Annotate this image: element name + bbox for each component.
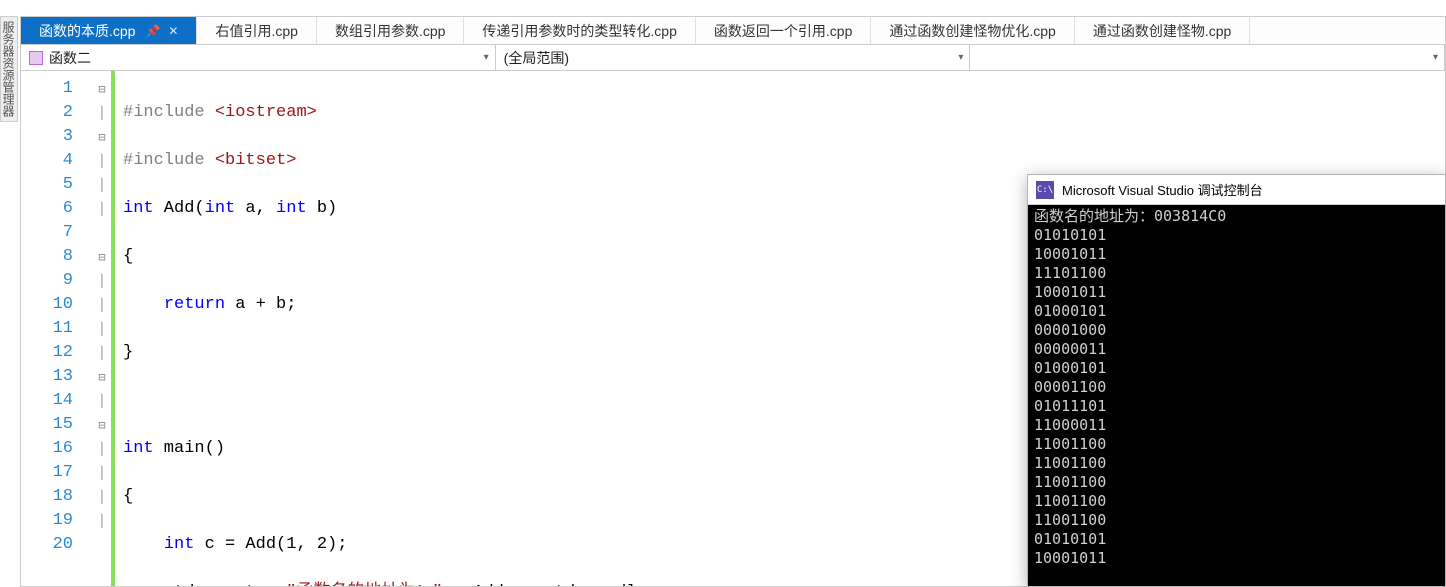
chevron-down-icon: ▾ bbox=[484, 52, 489, 63]
member-label: (全局范围) bbox=[504, 48, 569, 68]
console-icon: C:\ bbox=[1036, 181, 1054, 199]
fold-toggle[interactable]: ⊟ bbox=[93, 245, 111, 269]
console-line: 10001011 bbox=[1034, 549, 1439, 568]
tab-item[interactable]: 通过函数创建怪物.cpp bbox=[1075, 17, 1250, 44]
console-line: 函数名的地址为：003814C0 bbox=[1034, 207, 1439, 226]
function-dropdown[interactable]: ▾ bbox=[970, 45, 1445, 70]
console-line: 11001100 bbox=[1034, 473, 1439, 492]
fold-toggle[interactable]: ⊟ bbox=[93, 365, 111, 389]
tab-label: 传递引用参数时的类型转化.cpp bbox=[482, 21, 676, 41]
console-line: 10001011 bbox=[1034, 283, 1439, 302]
console-line: 11101100 bbox=[1034, 264, 1439, 283]
tab-item[interactable]: 传递引用参数时的类型转化.cpp bbox=[464, 17, 695, 44]
project-icon bbox=[29, 51, 43, 65]
scope-dropdown[interactable]: 函数二 ▾ bbox=[21, 45, 496, 70]
console-line: 01000101 bbox=[1034, 302, 1439, 321]
tab-label: 数组引用参数.cpp bbox=[335, 21, 445, 41]
document-tab-strip: 函数的本质.cpp 📌 ✕ 右值引用.cpp 数组引用参数.cpp 传递引用参数… bbox=[21, 17, 1445, 45]
tab-item[interactable]: 右值引用.cpp bbox=[197, 17, 316, 44]
fold-toggle[interactable]: ⊟ bbox=[93, 125, 111, 149]
tab-label: 通过函数创建怪物优化.cpp bbox=[889, 21, 1055, 41]
console-line: 00000011 bbox=[1034, 340, 1439, 359]
tab-item[interactable]: 通过函数创建怪物优化.cpp bbox=[871, 17, 1074, 44]
member-dropdown[interactable]: (全局范围) ▾ bbox=[496, 45, 971, 70]
console-line: 11001100 bbox=[1034, 492, 1439, 511]
close-icon[interactable]: ✕ bbox=[168, 24, 178, 38]
console-line: 01010101 bbox=[1034, 530, 1439, 549]
console-line: 01011101 bbox=[1034, 397, 1439, 416]
server-explorer-tool-tab[interactable]: 服务器资源管理器 bbox=[0, 16, 18, 122]
chevron-down-icon: ▾ bbox=[958, 52, 963, 63]
outline-fold-column[interactable]: ⊟ │ ⊟ │ │ │ ⊟ │ │ │ │ ⊟ │ ⊟ │ │ │ │ bbox=[93, 71, 115, 586]
console-title-text: Microsoft Visual Studio 调试控制台 bbox=[1062, 180, 1263, 199]
line-number-gutter: 12345 678910 1112131415 1617181920 bbox=[21, 71, 93, 586]
console-line: 11000011 bbox=[1034, 416, 1439, 435]
tab-item[interactable]: 函数返回一个引用.cpp bbox=[696, 17, 871, 44]
scope-label: 函数二 bbox=[49, 48, 91, 68]
console-line: 10001011 bbox=[1034, 245, 1439, 264]
console-line: 11001100 bbox=[1034, 454, 1439, 473]
console-line: 11001100 bbox=[1034, 435, 1439, 454]
fold-toggle[interactable]: ⊟ bbox=[93, 413, 111, 437]
tab-label: 函数的本质.cpp bbox=[39, 21, 135, 41]
chevron-down-icon: ▾ bbox=[1433, 52, 1438, 63]
console-output[interactable]: 函数名的地址为：003814C0 01010101 10001011 11101… bbox=[1028, 205, 1445, 586]
tab-label: 函数返回一个引用.cpp bbox=[714, 21, 852, 41]
pin-icon[interactable]: 📌 bbox=[145, 24, 160, 38]
console-line: 01000101 bbox=[1034, 359, 1439, 378]
tab-label: 右值引用.cpp bbox=[215, 21, 297, 41]
console-line: 00001000 bbox=[1034, 321, 1439, 340]
console-line: 11001100 bbox=[1034, 511, 1439, 530]
tab-active[interactable]: 函数的本质.cpp 📌 ✕ bbox=[21, 17, 197, 44]
tab-item[interactable]: 数组引用参数.cpp bbox=[317, 17, 464, 44]
tab-label: 通过函数创建怪物.cpp bbox=[1093, 21, 1231, 41]
console-line: 01010101 bbox=[1034, 226, 1439, 245]
fold-toggle[interactable]: ⊟ bbox=[93, 77, 111, 101]
console-line: 00001100 bbox=[1034, 378, 1439, 397]
console-titlebar[interactable]: C:\ Microsoft Visual Studio 调试控制台 bbox=[1028, 175, 1445, 205]
debug-console-window[interactable]: C:\ Microsoft Visual Studio 调试控制台 函数名的地址… bbox=[1027, 174, 1446, 587]
navigation-bar: 函数二 ▾ (全局范围) ▾ ▾ bbox=[21, 45, 1445, 71]
